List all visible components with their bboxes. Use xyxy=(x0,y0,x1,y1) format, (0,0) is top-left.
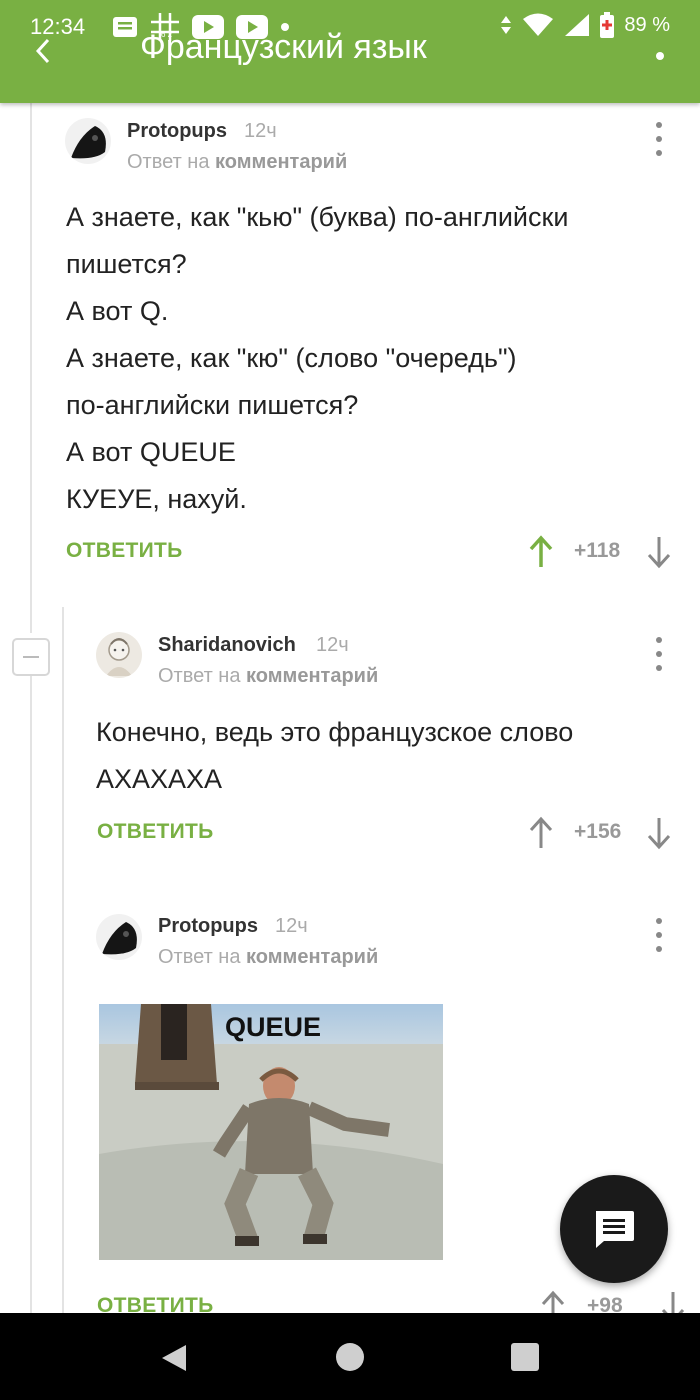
comment-menu-icon[interactable] xyxy=(649,918,669,952)
signal-icon xyxy=(565,14,590,36)
system-nav-bar xyxy=(0,1313,700,1400)
avatar[interactable] xyxy=(96,914,142,960)
comment-time: 12ч xyxy=(275,915,308,937)
comment-author[interactable]: Protopups xyxy=(158,915,258,938)
data-arrows-icon xyxy=(501,16,512,34)
nav-home-icon[interactable] xyxy=(336,1343,364,1371)
message-icon xyxy=(113,17,137,37)
nav-back-icon[interactable] xyxy=(160,1343,188,1373)
comment: Protopups 12ч Ответ на комментарий QUEUE… xyxy=(0,0,700,1324)
comment-icon xyxy=(596,1211,634,1248)
battery-percent: 89 % xyxy=(624,13,670,36)
more-icon[interactable] xyxy=(656,52,664,60)
back-arrow-icon[interactable] xyxy=(34,36,64,66)
nav-recents-icon[interactable] xyxy=(511,1343,539,1371)
page-title: Французский язык xyxy=(140,28,427,66)
write-comment-button[interactable] xyxy=(560,1175,668,1283)
image-caption: QUEUE xyxy=(224,1012,322,1042)
wifi-icon xyxy=(523,13,554,36)
status-system-icons: 89 % xyxy=(500,12,670,38)
comment-image[interactable]: QUEUE xyxy=(99,1004,443,1260)
app-bar: 12:34 6 2 89 % Французский язык xyxy=(0,0,700,103)
battery-icon xyxy=(600,12,615,38)
reply-to[interactable]: Ответ на комментарий xyxy=(158,946,378,969)
